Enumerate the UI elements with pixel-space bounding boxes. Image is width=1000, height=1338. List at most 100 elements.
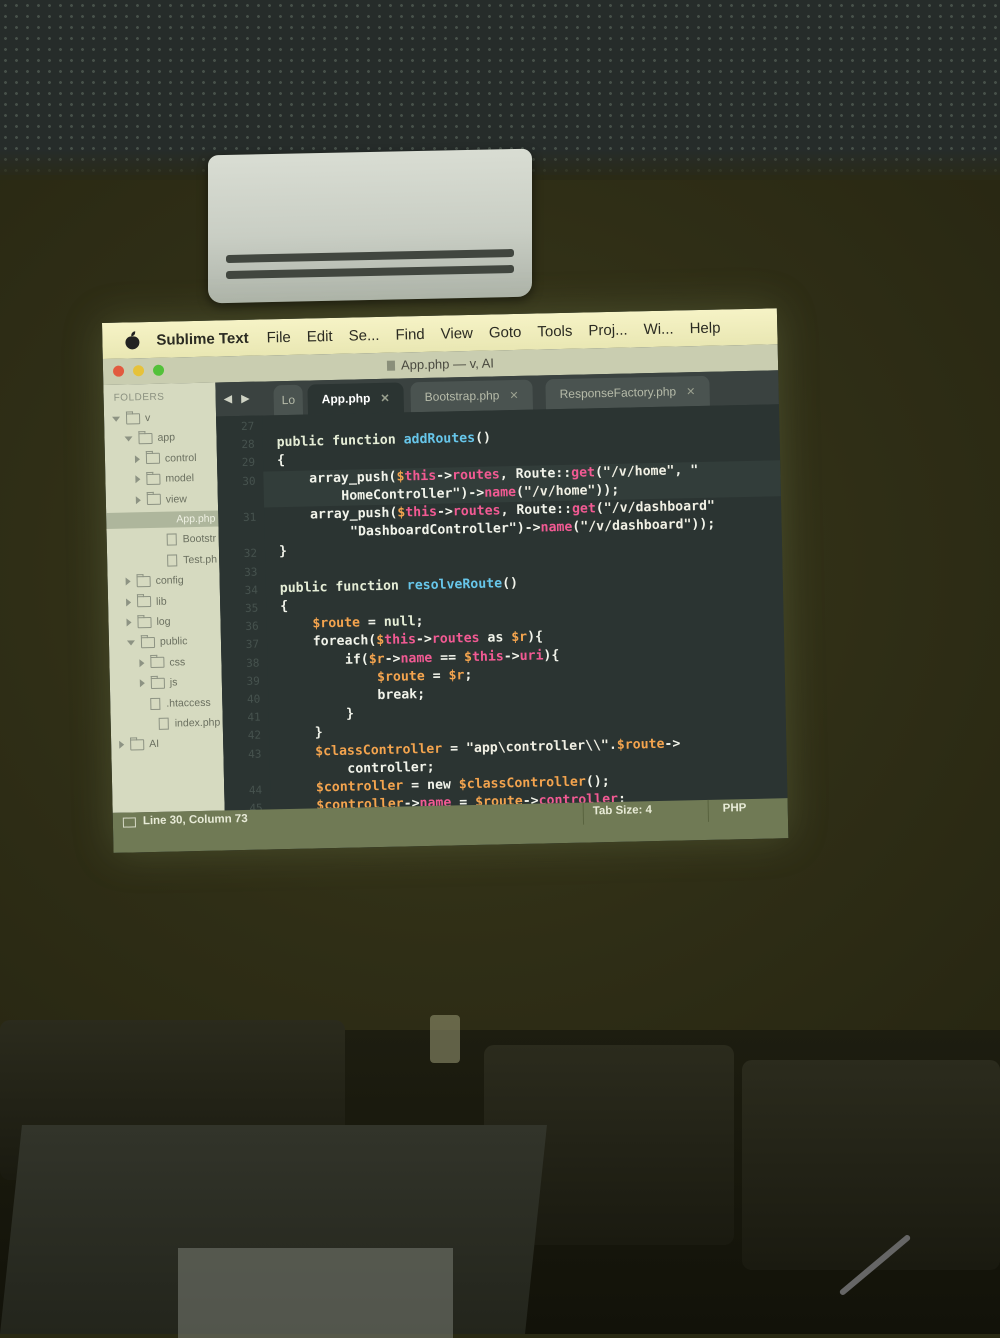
menu-project[interactable]: Proj... xyxy=(588,321,628,339)
menu-find[interactable]: Find xyxy=(395,325,425,343)
disclosure-right-icon[interactable] xyxy=(126,618,132,627)
disclosure-right-icon[interactable] xyxy=(126,598,132,607)
line-number: 41 xyxy=(247,710,261,725)
sidebar-item-htaccess[interactable]: .htaccess xyxy=(150,694,211,711)
menu-goto[interactable]: Goto xyxy=(489,323,522,341)
projected-screen: Sublime Text File Edit Se... Find View G… xyxy=(102,308,789,853)
line-number: 36 xyxy=(245,619,259,634)
sidebar-item-control[interactable]: control xyxy=(134,450,197,467)
line-number: 39 xyxy=(246,674,260,688)
code-line: public function addRoutes() xyxy=(276,430,492,451)
line-number: 29 xyxy=(241,456,256,470)
line-number: 27 xyxy=(240,419,255,433)
tab-bootstrap-php[interactable]: Bootstrap.php ✕ xyxy=(410,379,533,413)
close-icon[interactable]: ✕ xyxy=(509,388,518,401)
folder-icon xyxy=(137,616,152,628)
code-line: controller; xyxy=(283,759,435,778)
disclosure-down-icon[interactable] xyxy=(124,436,133,442)
panel-toggle-icon[interactable] xyxy=(122,817,137,828)
sidebar-item-label: .htaccess xyxy=(166,696,211,710)
menu-app-name[interactable]: Sublime Text xyxy=(156,329,249,348)
tab-label: App.php xyxy=(321,391,371,407)
sidebar-item-public[interactable]: public xyxy=(126,634,188,651)
ac-vent xyxy=(226,264,514,280)
sidebar-item-label: model xyxy=(165,472,195,485)
folder-icon xyxy=(136,575,151,587)
sidebar-item-log[interactable]: log xyxy=(126,614,171,631)
menu-view[interactable]: View xyxy=(440,324,473,342)
file-icon xyxy=(167,554,178,567)
menu-edit[interactable]: Edit xyxy=(307,327,333,345)
close-icon[interactable]: ✕ xyxy=(686,385,695,398)
sidebar-item-label: log xyxy=(156,615,171,628)
sidebar-item-index-php[interactable]: index.php xyxy=(158,715,221,732)
tab-label: ResponseFactory.php xyxy=(559,384,677,402)
disclosure-right-icon[interactable] xyxy=(135,475,141,484)
menu-selection[interactable]: Se... xyxy=(348,326,379,344)
status-divider xyxy=(707,799,710,822)
sidebar-item-view[interactable]: view xyxy=(135,491,187,508)
window-title-text: App.php — v, AI xyxy=(400,355,495,373)
sidebar-item-label: index.php xyxy=(174,716,221,730)
close-icon[interactable]: ✕ xyxy=(380,391,389,404)
line-number: 43 xyxy=(248,747,262,761)
sidebar-item-css[interactable]: css xyxy=(139,654,185,671)
disclosure-right-icon[interactable] xyxy=(135,495,141,504)
disclosure-right-icon[interactable] xyxy=(125,577,131,586)
disclosure-right-icon[interactable] xyxy=(139,679,145,688)
syntax-selector[interactable]: PHP xyxy=(723,802,747,815)
apple-icon[interactable] xyxy=(124,331,140,349)
sidebar-item-model[interactable]: model xyxy=(135,470,194,487)
folder-icon xyxy=(130,739,145,751)
tab-nav-arrows-icon[interactable]: ◀ ▶ xyxy=(224,392,253,406)
menu-file[interactable]: File xyxy=(266,328,291,346)
cursor-position: Line 30, Column 73 xyxy=(142,812,248,828)
folder-icon xyxy=(146,493,161,506)
tab-lo[interactable]: Lo xyxy=(273,384,304,416)
sidebar-item-label: config xyxy=(155,574,184,588)
sidebar-item-label: js xyxy=(169,676,178,689)
code-editor[interactable]: 27 28 public function addRoutes() 29{30 arr… xyxy=(216,404,788,811)
sidebar-item-label: v xyxy=(144,411,151,425)
tab-responsefactory-php[interactable]: ResponseFactory.php ✕ xyxy=(545,375,710,410)
line-number: 33 xyxy=(244,565,258,579)
disclosure-right-icon[interactable] xyxy=(119,741,125,750)
sidebar-item-label: control xyxy=(164,451,197,465)
folder-icon xyxy=(145,453,161,465)
menu-tools[interactable]: Tools xyxy=(537,322,572,340)
folder-icon xyxy=(140,636,156,649)
sidebar-header: FOLDERS xyxy=(113,391,165,404)
file-icon xyxy=(158,717,169,730)
sidebar-item-v[interactable]: v xyxy=(112,410,151,427)
folder-icon xyxy=(138,432,153,445)
sidebar-item-bootstr[interactable]: Bootstr xyxy=(166,531,217,548)
disclosure-down-icon[interactable] xyxy=(112,416,121,422)
code-line: } xyxy=(278,544,288,560)
line-number: 28 xyxy=(241,437,255,452)
sidebar-item-app[interactable]: app xyxy=(124,430,175,447)
menu-help[interactable]: Help xyxy=(689,319,720,337)
line-number: 44 xyxy=(248,783,263,797)
tab-size-selector[interactable]: Tab Size: 4 xyxy=(593,804,652,817)
code-line: public function resolveRoute() xyxy=(279,575,519,596)
tab-app-php[interactable]: App.php ✕ xyxy=(307,382,404,415)
sidebar-item-test-ph[interactable]: Test.ph xyxy=(167,551,217,568)
line-number: 32 xyxy=(243,547,258,561)
disclosure-right-icon[interactable] xyxy=(134,455,141,464)
sidebar-item-label: css xyxy=(169,656,186,669)
line-number: 34 xyxy=(244,583,259,597)
disclosure-right-icon[interactable] xyxy=(139,658,145,668)
menu-window[interactable]: Wi... xyxy=(643,320,673,338)
code-line: foreach($this->routes as $r){ xyxy=(280,629,544,651)
folder-icon xyxy=(150,657,165,669)
air-conditioner xyxy=(208,148,532,304)
sidebar-item-js[interactable]: js xyxy=(139,675,178,692)
folder-icon xyxy=(125,412,141,424)
sidebar-item-label: public xyxy=(159,635,188,649)
line-number: 40 xyxy=(246,692,261,706)
sidebar-item-lib[interactable]: lib xyxy=(126,593,167,610)
disclosure-down-icon[interactable] xyxy=(126,640,136,646)
sidebar-item-ai[interactable]: AI xyxy=(119,736,159,753)
sidebar-item-config[interactable]: config xyxy=(125,572,184,589)
line-number: 37 xyxy=(245,638,260,652)
